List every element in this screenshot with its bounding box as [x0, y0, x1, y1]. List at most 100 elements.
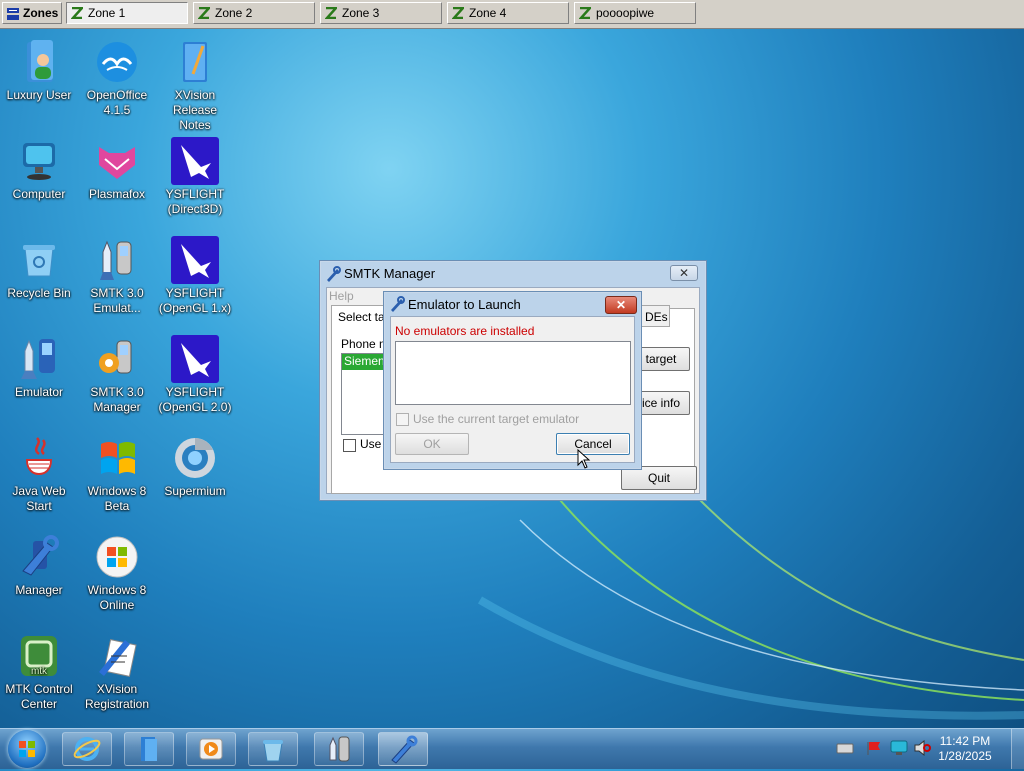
desktop-icon-smtk-manager[interactable]: SMTK 3.0 Manager [78, 335, 156, 415]
manager-wrench-icon [391, 735, 418, 764]
start-orb-icon[interactable] [8, 730, 46, 768]
desktop-icon-manager[interactable]: Manager [0, 533, 78, 598]
desktop-icon-openoffice[interactable]: OpenOffice 4.1.5 [78, 38, 156, 118]
emulator-icon [21, 339, 55, 379]
desktop-icon-plasmafox[interactable]: Plasmafox [78, 137, 156, 202]
mouse-cursor-icon [577, 449, 591, 469]
plasmafox-icon [99, 147, 135, 179]
smtk-phone-icon [329, 736, 350, 762]
desktop-icon-windows-8-online[interactable]: Windows 8 Online [78, 533, 156, 613]
computer-icon [23, 143, 55, 180]
clock-date: 1/28/2025 [938, 749, 992, 763]
flag-icon[interactable] [866, 740, 882, 759]
desktop-icon-ysflight-opengl2[interactable]: YSFLIGHT (OpenGL 2.0) [156, 335, 234, 415]
close-icon: ✕ [678, 266, 690, 280]
zones-menu-button[interactable]: Zones [2, 2, 62, 24]
zone-tab-4[interactable]: Zone 4 [447, 2, 569, 24]
taskbar-clock[interactable]: 11:42 PM 1/28/2025 [930, 734, 1000, 764]
taskbar-smtk[interactable] [314, 732, 364, 766]
taskbar-bucket[interactable] [248, 732, 298, 766]
emulator-close-button[interactable]: ✕ [605, 296, 637, 314]
zone-tab-label: Zone 4 [469, 6, 507, 20]
icon-label: Emulator [14, 385, 64, 399]
zone-z-icon [451, 6, 466, 20]
desktop-icon-recycle-bin[interactable]: Recycle Bin [0, 236, 78, 301]
taskbar-manager[interactable] [378, 732, 428, 766]
emulator-list[interactable] [395, 341, 631, 405]
taskbar-media-player[interactable] [186, 732, 236, 766]
phone-gear-icon [99, 340, 132, 374]
zones-icon [6, 7, 19, 20]
desktop-icon-computer[interactable]: Computer [0, 137, 78, 202]
zone-z-icon [578, 6, 593, 20]
icon-label: SMTK 3.0 Manager [90, 385, 144, 414]
zone-tab-1[interactable]: Zone 1 [66, 2, 188, 24]
cancel-button[interactable]: Cancel [556, 433, 630, 455]
zones-bar: Zones Zone 1 Zone 2 Zone 3 Zone 4 poooop… [0, 0, 1024, 29]
icon-label: Java Web Start [12, 484, 66, 513]
desktop-icon-luxury-user[interactable]: Luxury User [0, 38, 78, 103]
zone-tab-label: poooopiwe [596, 6, 655, 20]
icon-label: Recycle Bin [7, 286, 71, 300]
clock-time: 11:42 PM [939, 734, 991, 748]
monitor-icon[interactable] [890, 740, 908, 759]
svg-text:mtk: mtk [31, 666, 48, 677]
icon-label: YSFLIGHT (Direct3D) [165, 187, 225, 216]
windows-flag-icon [101, 442, 135, 474]
files-icon [141, 737, 157, 761]
show-desktop-button[interactable] [1011, 729, 1024, 769]
zone-z-icon [324, 6, 339, 20]
smtk-close-button[interactable]: ✕ [670, 265, 698, 281]
desktop-icon-ysflight-direct3d[interactable]: YSFLIGHT (Direct3D) [156, 137, 234, 217]
taskbar-internet-explorer[interactable] [62, 732, 112, 766]
emulator-title-bar[interactable]: Emulator to Launch ✕ [384, 292, 641, 316]
icon-label: Windows 8 Online [87, 583, 147, 612]
smtk-title: SMTK Manager [344, 266, 436, 281]
desktop-icon-windows-8-beta[interactable]: Windows 8 Beta [78, 434, 156, 514]
notes-book-icon [183, 42, 207, 82]
emulator-dialog: Emulator to Launch ✕ No emulators are in… [383, 291, 642, 470]
desktop-icon-mtk-control-center[interactable]: mtk MTK Control Center [0, 632, 78, 712]
button-label: OK [423, 437, 441, 451]
icon-label: YSFLIGHT (OpenGL 2.0) [158, 385, 232, 414]
taskbar: 11:42 PM 1/28/2025 [0, 728, 1024, 769]
tab-ides[interactable]: DEs [638, 305, 670, 327]
bucket-icon [263, 740, 283, 762]
zone-tab-3[interactable]: Zone 3 [320, 2, 442, 24]
wrench-icon [22, 535, 59, 576]
recycle-bin-icon [23, 245, 55, 277]
ok-button[interactable]: OK [395, 433, 469, 455]
menu-help[interactable]: Help [329, 289, 354, 303]
desktop-icon-supermium[interactable]: Supermium [156, 434, 234, 499]
supermium-icon [175, 438, 215, 478]
openoffice-icon [97, 42, 137, 82]
zone-tab-2[interactable]: Zone 2 [193, 2, 315, 24]
desktop-icon-smtk-emulator[interactable]: SMTK 3.0 Emulat... [78, 236, 156, 316]
network-icon[interactable] [836, 741, 854, 758]
icon-label: SMTK 3.0 Emulat... [90, 286, 144, 315]
icon-label: Computer [12, 187, 66, 201]
java-icon [25, 437, 53, 476]
use-current-emulator-label: Use the current target emulator [413, 412, 580, 426]
no-emulators-warning: No emulators are installed [395, 324, 535, 338]
close-icon: ✕ [615, 298, 627, 312]
jet-icon [171, 236, 219, 284]
tab-label: DEs [645, 310, 668, 324]
use-target-checkbox[interactable] [343, 439, 356, 452]
button-label: Quit [647, 471, 670, 485]
desktop-icon-xvision-release-notes[interactable]: XVision Release Notes [156, 38, 234, 133]
desktop-icon-java-web-start[interactable]: Java Web Start [0, 434, 78, 514]
speaker-icon[interactable] [913, 739, 931, 759]
button-label: ice info [641, 396, 681, 410]
user-folder-icon [27, 40, 53, 82]
desktop-icon-emulator[interactable]: Emulator [0, 335, 78, 400]
desktop-icon-xvision-registration[interactable]: XVision Registration [78, 632, 156, 712]
zone-tab-5[interactable]: poooopiwe [574, 2, 696, 24]
zone-z-icon [197, 6, 212, 20]
desktop-icon-ysflight-opengl1[interactable]: YSFLIGHT (OpenGL 1.x) [156, 236, 234, 316]
taskbar-files[interactable] [124, 732, 174, 766]
emulator-client-area: No emulators are installed Use the curre… [390, 316, 635, 463]
use-current-emulator-checkbox[interactable] [396, 413, 409, 426]
icon-label: XVision Release Notes [172, 88, 218, 132]
smtk-title-bar[interactable]: SMTK Manager ✕ [320, 261, 706, 287]
